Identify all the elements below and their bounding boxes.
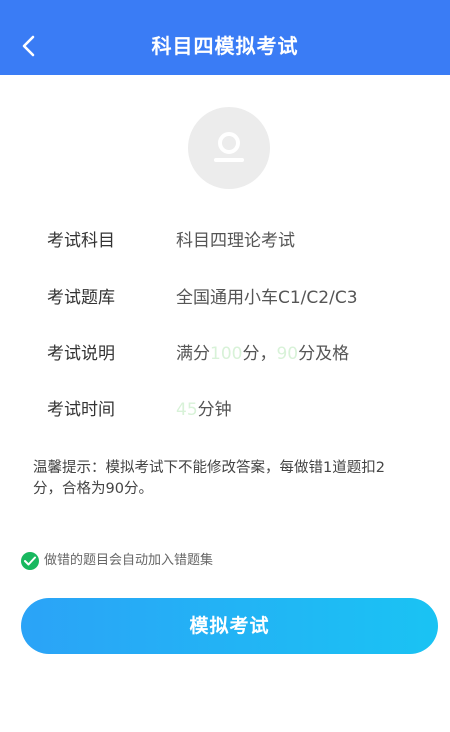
user-avatar [188, 107, 270, 189]
time-value: 45分钟 [176, 395, 232, 425]
bank-label: 考试题库 [47, 288, 115, 308]
auto-add-label: 做错的题目会自动加入错题集 [44, 553, 214, 568]
start-mock-exam-button[interactable]: 模拟考试 [21, 598, 438, 654]
desc-mid: 分， [242, 344, 277, 364]
desc-suffix: 分及格 [298, 344, 350, 364]
desc-prefix: 满分 [176, 344, 210, 364]
check-circle-icon[interactable] [21, 552, 39, 570]
time-minutes: 45 [176, 400, 198, 420]
status-bar [0, 0, 450, 17]
subject-label: 考试科目 [47, 231, 115, 251]
info-row-subject: 考试科目 科目四理论考试 [0, 226, 450, 256]
desc-value: 满分100分，90分及格 [176, 339, 349, 369]
info-row-desc: 考试说明 满分100分，90分及格 [0, 339, 450, 369]
exam-intro-page: 科目四模拟考试 考试科目 科目四理论考试 考试题库 全国通用小车C1/C2/C3… [0, 0, 450, 732]
time-label: 考试时间 [47, 400, 115, 420]
subject-value: 科目四理论考试 [176, 231, 295, 251]
page-title: 科目四模拟考试 [151, 34, 299, 58]
info-row-bank: 考试题库 全国通用小车C1/C2/C3 [0, 283, 450, 313]
pass-score: 90 [276, 344, 299, 364]
warm-tip: 温馨提示：模拟考试下不能修改答案，每做错1道题扣2分，合格为90分。 [33, 460, 385, 497]
bank-value: 全国通用小车C1/C2/C3 [176, 288, 358, 308]
info-row-time: 考试时间 45分钟 [0, 395, 450, 425]
time-unit: 分钟 [197, 400, 232, 420]
desc-label: 考试说明 [47, 344, 115, 364]
full-score: 100 [210, 344, 243, 364]
user-avatar-icon [214, 132, 244, 162]
app-header: 科目四模拟考试 [0, 17, 450, 75]
